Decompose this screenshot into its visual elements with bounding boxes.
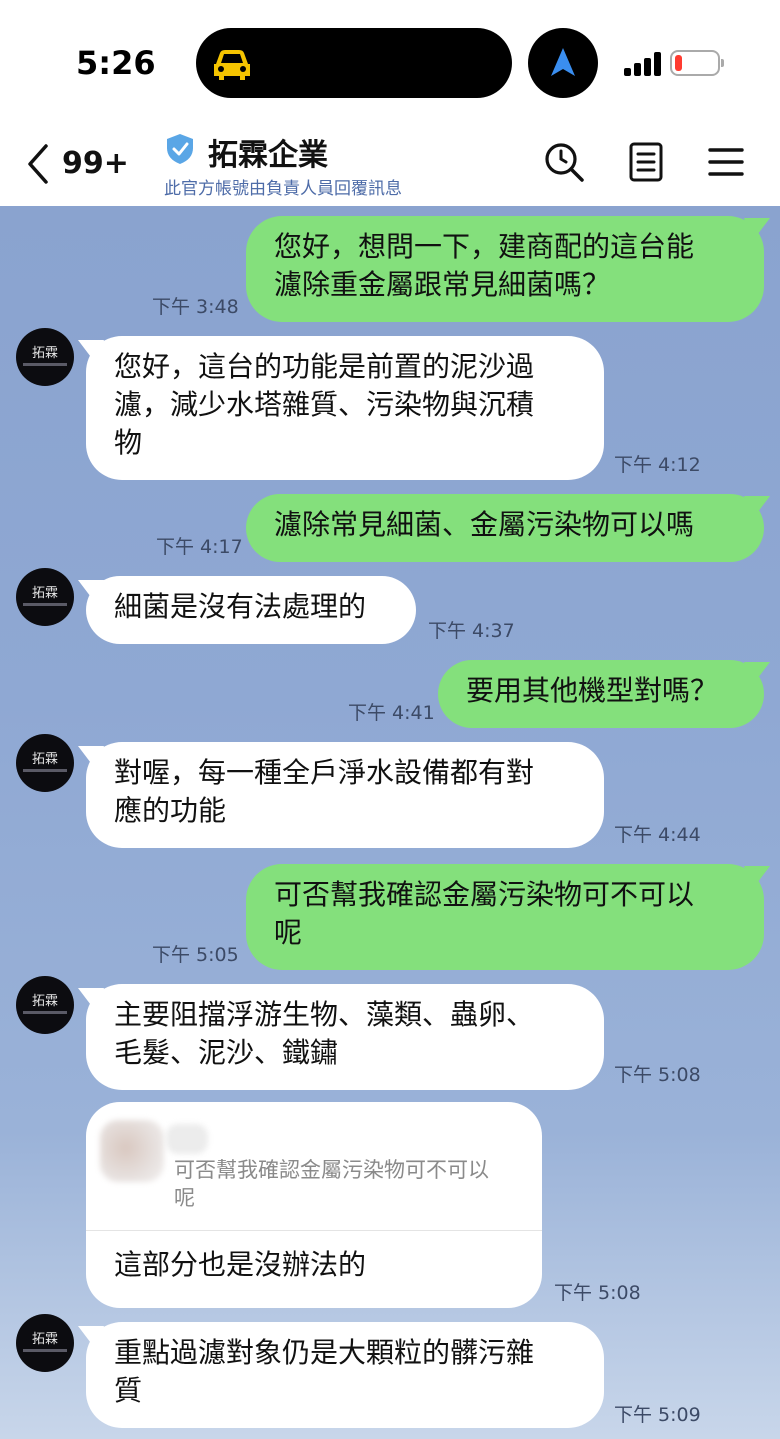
message-incoming[interactable]: 對喔，每一種全戶淨水設備都有對 應的功能 xyxy=(86,742,604,848)
avatar[interactable]: 拓霖 xyxy=(16,734,74,792)
menu-icon[interactable] xyxy=(704,140,748,184)
avatar[interactable]: 拓霖 xyxy=(16,328,74,386)
navigation-arrow-icon xyxy=(551,48,575,76)
avatar[interactable]: 拓霖 xyxy=(16,1314,74,1372)
blurred-thumbnail xyxy=(100,1120,164,1182)
message-time: 下午 4:37 xyxy=(428,620,515,642)
blurred-sender xyxy=(166,1124,208,1154)
status-bar: 5:26 xyxy=(0,0,780,120)
chat-title[interactable]: 拓霖企業 xyxy=(208,130,328,174)
message-incoming[interactable]: 細菌是沒有法處理的 xyxy=(86,576,416,644)
message-time: 下午 5:08 xyxy=(614,1064,701,1086)
message-outgoing[interactable]: 濾除常見細菌、金屬污染物可以嗎 xyxy=(246,494,764,562)
message-time: 下午 4:41 xyxy=(348,702,435,724)
message-outgoing[interactable]: 要用其他機型對嗎？ xyxy=(438,660,764,728)
notes-icon[interactable] xyxy=(624,140,668,184)
message-incoming-reply[interactable]: 可否幫我確認金屬污染物可不可以 呢 這部分也是沒辦法的 xyxy=(86,1102,542,1308)
unread-count[interactable]: 99+ xyxy=(62,146,129,181)
search-icon[interactable] xyxy=(542,140,586,184)
battery-icon xyxy=(670,50,724,76)
message-time: 下午 5:05 xyxy=(152,944,239,966)
message-incoming[interactable]: 重點過濾對象仍是大顆粒的髒污雜 質 xyxy=(86,1322,604,1428)
status-time: 5:26 xyxy=(76,44,156,82)
message-time: 下午 4:17 xyxy=(156,536,243,558)
message-time: 下午 3:48 xyxy=(152,296,239,318)
reply-text: 這部分也是沒辦法的 xyxy=(114,1248,367,1281)
avatar[interactable]: 拓霖 xyxy=(16,568,74,626)
cellular-signal-icon xyxy=(624,52,662,76)
dynamic-island[interactable] xyxy=(196,28,512,98)
chat-header: 99+ 拓霖企業 此官方帳號由負責人員回覆訊息 xyxy=(0,120,780,206)
location-arrow[interactable] xyxy=(528,28,598,98)
avatar[interactable]: 拓霖 xyxy=(16,976,74,1034)
back-chevron-icon[interactable] xyxy=(22,142,54,186)
message-outgoing[interactable]: 可否幫我確認金屬污染物可不可以 呢 xyxy=(246,864,764,970)
divider xyxy=(86,1230,542,1231)
chat-subtitle: 此官方帳號由負責人員回覆訊息 xyxy=(164,179,402,199)
chat-messages[interactable]: 您好，想問一下，建商配的這台能 濾除重金屬跟常見細菌嗎？ 下午 3:48 拓霖 … xyxy=(0,206,780,1439)
message-incoming[interactable]: 主要阻擋浮游生物、藻類、蟲卵、 毛髮、泥沙、鐵鏽 xyxy=(86,984,604,1090)
message-outgoing[interactable]: 您好，想問一下，建商配的這台能 濾除重金屬跟常見細菌嗎？ xyxy=(246,216,764,322)
message-time: 下午 5:08 xyxy=(554,1282,641,1304)
message-time: 下午 5:09 xyxy=(614,1404,701,1426)
car-icon xyxy=(214,50,250,80)
message-time: 下午 4:44 xyxy=(614,824,701,846)
message-incoming[interactable]: 您好，這台的功能是前置的泥沙過 濾，減少水塔雜質、污染物與沉積 物 xyxy=(86,336,604,480)
quoted-message[interactable]: 可否幫我確認金屬污染物可不可以 呢 xyxy=(174,1156,524,1212)
message-time: 下午 4:12 xyxy=(614,454,701,476)
verified-shield-icon xyxy=(167,134,193,164)
